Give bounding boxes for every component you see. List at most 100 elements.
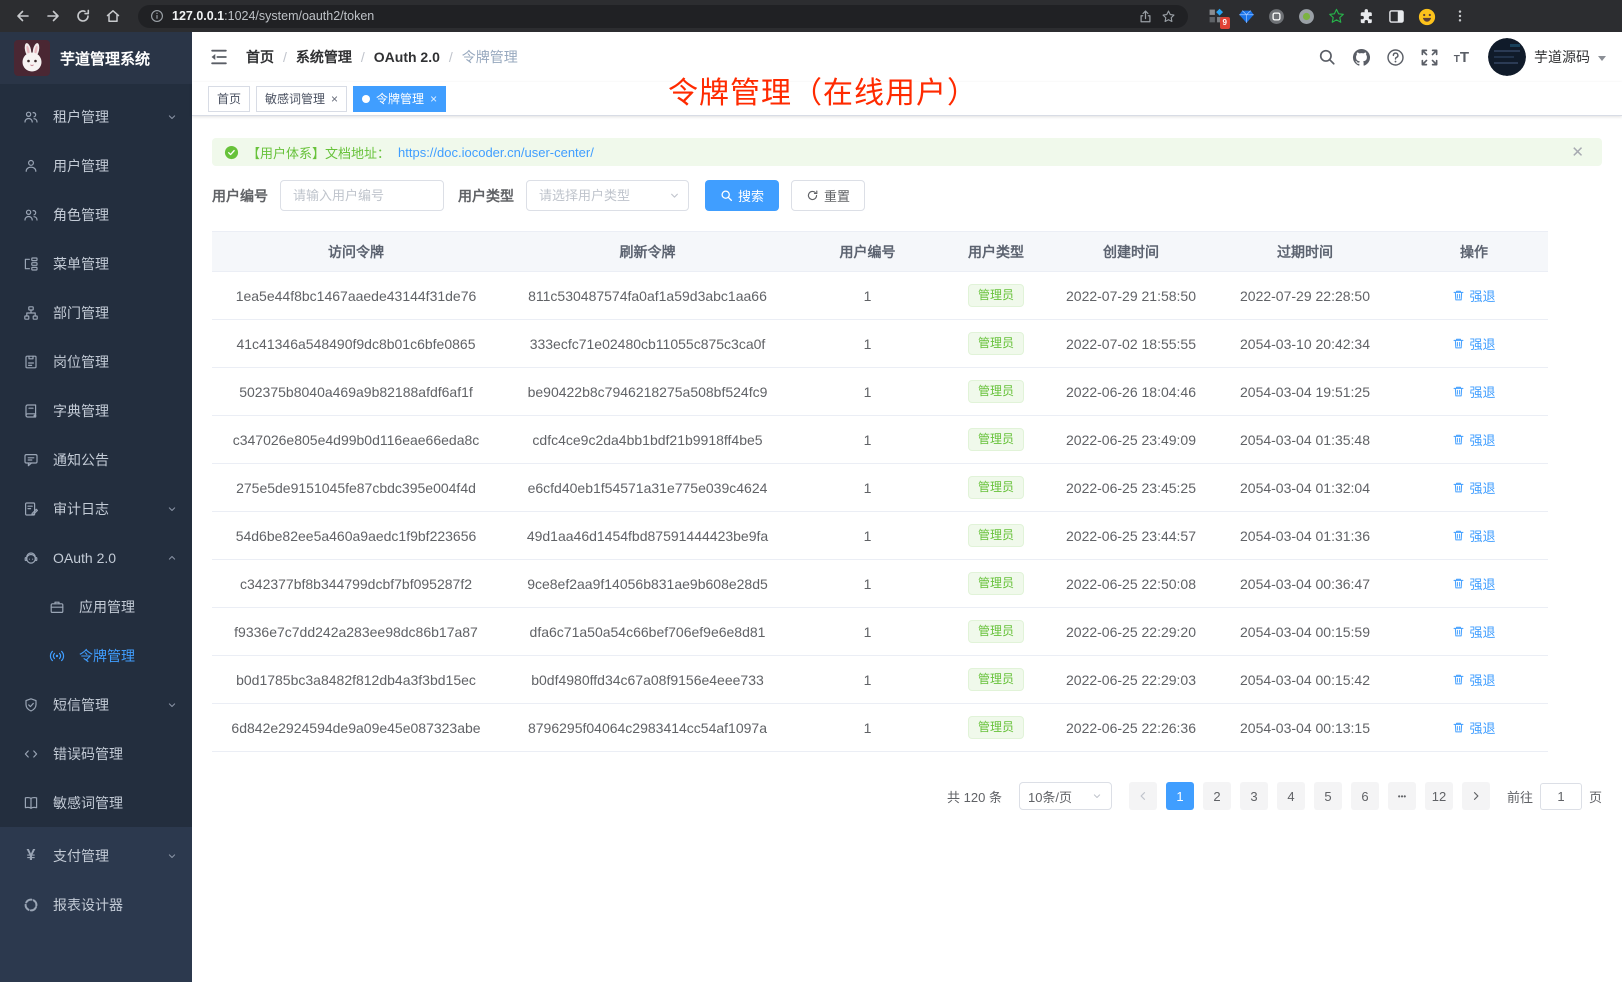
user-type-select-input[interactable] — [526, 180, 689, 211]
chevron-down-icon — [166, 503, 178, 515]
page-button-3[interactable]: 3 — [1240, 782, 1268, 810]
created-time-cell: 2022-07-02 18:55:55 — [1052, 320, 1210, 368]
sidebar-item-oauth2-token[interactable]: 令牌管理 — [0, 631, 192, 680]
force-logout-button[interactable]: 强退 — [1452, 574, 1495, 593]
user-menu[interactable]: 芋道源码 — [1488, 38, 1606, 76]
table-row: 6d842e2924594de9a09e45e087323abe8796295f… — [212, 704, 1548, 752]
action-cell: 强退 — [1400, 416, 1548, 464]
browser-forward-icon[interactable] — [40, 3, 66, 29]
force-logout-button[interactable]: 强退 — [1452, 430, 1495, 449]
goto-page-input[interactable] — [1540, 783, 1582, 810]
browser-toolbar: 127.0.0.1:1024/system/oauth2/token 9 — [0, 0, 1622, 32]
force-logout-button[interactable]: 强退 — [1452, 478, 1495, 497]
extension-record-icon[interactable] — [1298, 8, 1315, 25]
search-button[interactable]: 搜索 — [705, 180, 779, 211]
sidebar-item-oauth2[interactable]: OAuth 2.0 — [0, 533, 192, 582]
sidebar-item-tenant[interactable]: 租户管理 — [0, 92, 192, 141]
force-logout-button[interactable]: 强退 — [1452, 334, 1495, 353]
breadcrumb-separator: / — [361, 49, 365, 65]
breadcrumb-item[interactable]: 首页 — [246, 47, 274, 67]
fullscreen-icon[interactable] — [1420, 48, 1439, 67]
user-id-input[interactable] — [280, 180, 444, 211]
sidebar-item-menu[interactable]: 菜单管理 — [0, 239, 192, 288]
sidebar-item-label: 审计日志 — [53, 499, 109, 519]
tab-home[interactable]: 首页 — [208, 86, 250, 112]
sidebar-item-user[interactable]: 用户管理 — [0, 141, 192, 190]
profile-avatar-icon[interactable] — [1418, 8, 1435, 25]
bookmark-star-icon[interactable] — [1161, 9, 1176, 24]
sidebar-item-oauth2-app[interactable]: 应用管理 — [0, 582, 192, 631]
sidebar-item-post[interactable]: 岗位管理 — [0, 337, 192, 386]
sidebar-item-role[interactable]: 角色管理 — [0, 190, 192, 239]
search-icon[interactable] — [1318, 48, 1337, 67]
share-icon[interactable] — [1138, 9, 1153, 24]
action-cell: 强退 — [1400, 464, 1548, 512]
page-button-4[interactable]: 4 — [1277, 782, 1305, 810]
chevron-up-icon — [166, 552, 178, 564]
refresh-token-cell: 49d1aa46d1454fbd87591444423be9fa — [500, 512, 795, 560]
help-icon[interactable] — [1386, 48, 1405, 67]
chevron-down-icon — [166, 699, 178, 711]
access-token-cell: 41c41346a548490f9dc8b01c6bfe0865 — [212, 320, 500, 368]
app-title: 芋道管理系统 — [60, 48, 150, 69]
user-id-cell: 1 — [795, 704, 940, 752]
page-button-5[interactable]: 5 — [1314, 782, 1342, 810]
extension-badge: 9 — [1220, 17, 1230, 29]
browser-back-icon[interactable] — [10, 3, 36, 29]
user-id-cell: 1 — [795, 272, 940, 320]
force-logout-button[interactable]: 强退 — [1452, 526, 1495, 545]
extension-grid-icon[interactable]: 9 — [1208, 8, 1225, 25]
user-icon — [22, 157, 40, 175]
extensions-puzzle-icon[interactable] — [1358, 8, 1375, 25]
sidebar-item-error-code[interactable]: 错误码管理 — [0, 729, 192, 778]
alert-doc-link[interactable]: https://doc.iocoder.cn/user-center/ — [398, 145, 594, 160]
extension-gem-icon[interactable] — [1238, 8, 1255, 25]
side-panel-icon[interactable] — [1388, 8, 1405, 25]
tab-close-icon[interactable]: × — [331, 93, 338, 105]
active-tab-dot — [362, 95, 370, 103]
sidebar-collapse-icon[interactable] — [208, 46, 230, 68]
browser-home-icon[interactable] — [100, 3, 126, 29]
tab-token[interactable]: 令牌管理× — [353, 86, 446, 112]
reset-button[interactable]: 重置 — [791, 180, 865, 211]
extension-command-icon[interactable] — [1268, 8, 1285, 25]
browser-menu-icon[interactable] — [1447, 3, 1473, 29]
extension-star-icon[interactable] — [1328, 8, 1345, 25]
alert-close-icon[interactable]: ✕ — [1571, 145, 1584, 160]
breadcrumb-item[interactable]: 系统管理 — [296, 47, 352, 67]
github-icon[interactable] — [1352, 48, 1371, 67]
tab-close-icon[interactable]: × — [430, 93, 437, 105]
force-logout-button[interactable]: 强退 — [1452, 718, 1495, 737]
page-button-1[interactable]: 1 — [1166, 782, 1194, 810]
page-size-select[interactable]: 10条/页 — [1019, 782, 1112, 810]
force-logout-button[interactable]: 强退 — [1452, 382, 1495, 401]
tab-sensitive-words[interactable]: 敏感词管理× — [256, 86, 347, 112]
page-button-6[interactable]: 6 — [1351, 782, 1379, 810]
user-type-select[interactable] — [526, 180, 689, 211]
browser-reload-icon[interactable] — [70, 3, 96, 29]
sidebar-item-sms[interactable]: 短信管理 — [0, 680, 192, 729]
app-logo[interactable]: 芋道管理系统 — [0, 32, 192, 84]
token-table: 访问令牌刷新令牌用户编号用户类型创建时间过期时间操作 1ea5e44f8bc14… — [212, 231, 1548, 752]
sidebar-item-report-designer[interactable]: 报表设计器 — [0, 880, 192, 929]
sidebar-item-pay[interactable]: ¥支付管理 — [0, 831, 192, 880]
force-logout-button[interactable]: 强退 — [1452, 670, 1495, 689]
breadcrumb-item[interactable]: OAuth 2.0 — [374, 49, 440, 65]
force-logout-button[interactable]: 强退 — [1452, 286, 1495, 305]
sidebar-item-dept[interactable]: 部门管理 — [0, 288, 192, 337]
sidebar-item-notice[interactable]: 通知公告 — [0, 435, 192, 484]
next-page-button[interactable] — [1462, 782, 1490, 810]
font-size-icon[interactable]: TT — [1454, 49, 1469, 66]
address-bar[interactable]: 127.0.0.1:1024/system/oauth2/token — [138, 5, 1188, 28]
sidebar-item-dict[interactable]: 字典管理 — [0, 386, 192, 435]
more-pages-button[interactable]: ••• — [1388, 782, 1416, 810]
site-info-icon[interactable] — [150, 9, 164, 23]
page-button-12[interactable]: 12 — [1425, 782, 1453, 810]
sidebar-item-sensitive-word[interactable]: 敏感词管理 — [0, 778, 192, 827]
force-logout-button[interactable]: 强退 — [1452, 622, 1495, 641]
dict-icon — [22, 402, 40, 420]
prev-page-button[interactable] — [1129, 782, 1157, 810]
notice-icon — [22, 451, 40, 469]
page-button-2[interactable]: 2 — [1203, 782, 1231, 810]
sidebar-item-audit-log[interactable]: 审计日志 — [0, 484, 192, 533]
